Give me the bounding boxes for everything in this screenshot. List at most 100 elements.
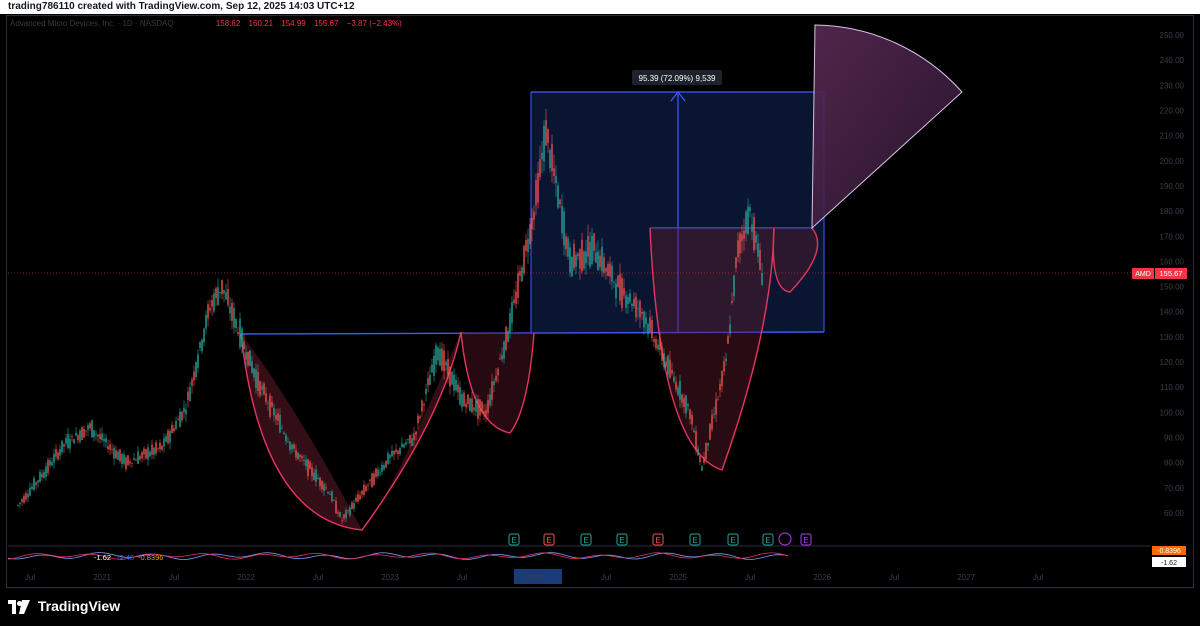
- candle-body: [253, 368, 255, 378]
- candle-body: [659, 337, 661, 351]
- y-tick-4: 210.00: [1160, 132, 1185, 141]
- candle-body: [623, 288, 625, 296]
- candle-body: [45, 466, 47, 477]
- time-axis[interactable]: Jul 2021 Jul 2022 Jul 2023 Jul 2024 Jul 2025 Jul 20…: [25, 573, 1043, 582]
- cup-fill: [241, 332, 461, 530]
- candle-body: [617, 275, 619, 288]
- chart-svg[interactable]: 95.39 (72.09%) 9,539 250.00 240.00 230.00 2…: [0, 0, 1200, 626]
- candle-body: [715, 399, 717, 415]
- handle-arc[interactable]: [460, 331, 535, 434]
- candle-body: [491, 381, 493, 400]
- dividend-marker-icon[interactable]: [778, 532, 792, 546]
- candle-body: [77, 435, 79, 441]
- candle-body: [25, 493, 27, 500]
- candle-body: [721, 371, 723, 387]
- candle-body: [579, 249, 581, 269]
- candle-body: [327, 492, 329, 494]
- candle-body: [27, 494, 29, 498]
- candle-body: [131, 462, 133, 464]
- candle-body: [163, 438, 165, 447]
- candle-body: [241, 328, 243, 347]
- candle-body: [599, 255, 601, 267]
- candle-body: [619, 274, 621, 301]
- candle-body: [479, 399, 481, 416]
- candle-body: [171, 424, 173, 434]
- candle-body: [85, 430, 87, 432]
- candle-body: [331, 491, 333, 502]
- candle-body: [49, 460, 51, 466]
- candle-body: [723, 361, 725, 372]
- candle-body: [59, 448, 61, 456]
- candle-body: [73, 439, 75, 444]
- candle-body: [177, 419, 179, 420]
- candle-body: [31, 486, 33, 489]
- x-tick-1: 2021: [93, 573, 111, 582]
- candle-body: [597, 251, 599, 271]
- candle-body: [727, 336, 729, 344]
- candle-body: [627, 297, 629, 305]
- candle-body: [261, 386, 263, 390]
- tradingview-logo[interactable]: TradingView: [8, 598, 120, 615]
- candle-body: [337, 512, 339, 514]
- candle-body: [167, 430, 169, 444]
- candle-body: [439, 348, 441, 366]
- candle-body: [499, 358, 501, 360]
- candle-body: [145, 449, 147, 459]
- earnings-marker-label-8: E: [803, 536, 808, 545]
- candle-body: [381, 464, 383, 472]
- candle-body: [547, 129, 549, 143]
- candle-body: [221, 279, 223, 295]
- candle-body: [453, 374, 455, 391]
- candle-body: [223, 289, 225, 294]
- candle-body: [571, 257, 573, 277]
- candle-body: [19, 502, 21, 504]
- candle-body: [447, 358, 449, 379]
- y-tick-15: 100.00: [1160, 408, 1185, 417]
- y-tick-10: 150.00: [1160, 283, 1185, 292]
- candle-body: [677, 387, 679, 395]
- candle-body: [731, 300, 733, 304]
- candle-body: [367, 485, 369, 487]
- candle-body: [305, 459, 307, 467]
- candle-body: [507, 330, 509, 342]
- projection-fan[interactable]: [811, 24, 963, 230]
- candle-body: [149, 451, 151, 457]
- y-tick-17: 80.00: [1164, 459, 1185, 468]
- candle-body: [389, 455, 391, 459]
- candle-body: [147, 447, 149, 460]
- candle-body: [501, 355, 503, 360]
- candle-body: [273, 407, 275, 416]
- candle-body: [591, 235, 593, 264]
- candle-body: [703, 456, 705, 463]
- candle-body: [647, 324, 649, 335]
- x-tick-6: Jul: [457, 573, 467, 582]
- candle-body: [443, 350, 445, 371]
- candle-body: [111, 448, 113, 450]
- candle-body: [533, 211, 535, 220]
- candle-body: [741, 234, 743, 241]
- candle-body: [255, 369, 257, 388]
- candle-body: [761, 272, 763, 286]
- candle-body: [531, 217, 533, 230]
- y-tick-12: 130.00: [1160, 333, 1185, 342]
- candle-body: [201, 339, 203, 352]
- candle-body: [513, 299, 515, 304]
- y-tick-18: 70.00: [1164, 484, 1185, 493]
- candle-body: [237, 332, 239, 334]
- indicator-value-1: -1.62: [94, 553, 111, 562]
- candle-body: [173, 428, 175, 432]
- candle-body: [43, 471, 45, 479]
- candle-body: [295, 450, 297, 458]
- candle-body: [429, 375, 431, 385]
- candle-body: [51, 462, 53, 466]
- candle-body: [33, 478, 35, 491]
- candle-body: [481, 401, 483, 413]
- candle-body: [247, 351, 249, 366]
- candle-body: [407, 439, 409, 441]
- earnings-markers[interactable]: EEEEEEEEE: [508, 532, 812, 546]
- candle-body: [119, 449, 121, 462]
- y-tick-1: 240.00: [1160, 56, 1185, 65]
- candle-body: [277, 413, 279, 421]
- candle-body: [67, 434, 69, 448]
- candle-body: [375, 468, 377, 477]
